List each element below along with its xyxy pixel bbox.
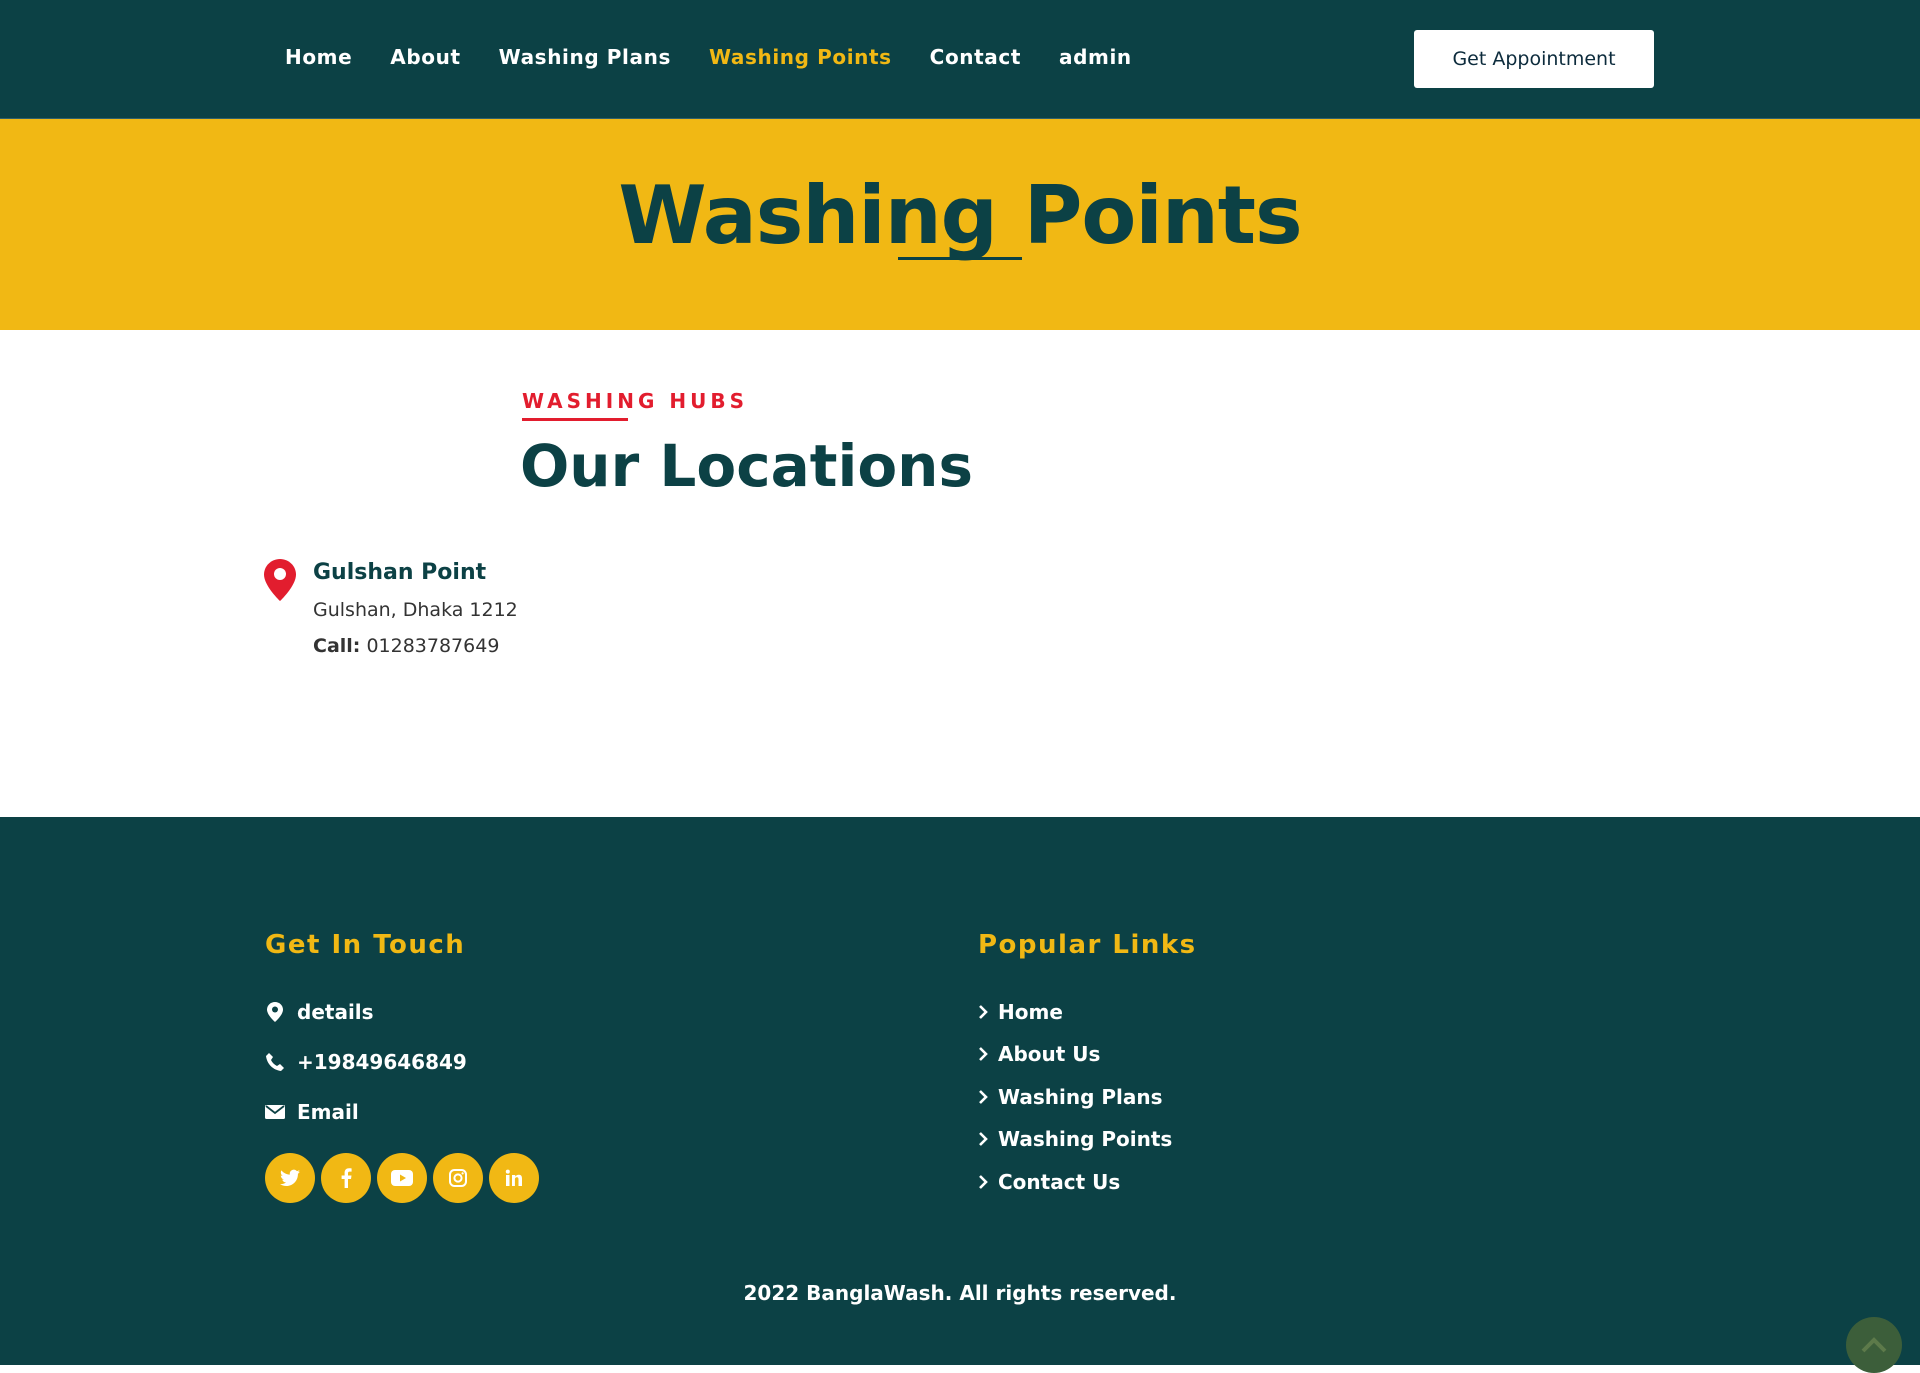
navbar: Home About Washing Plans Washing Points … — [0, 0, 1920, 118]
contact-email: Email — [265, 1100, 359, 1124]
instagram-icon — [449, 1169, 467, 1187]
footer-link-label: About Us — [998, 1042, 1101, 1066]
contact-phone-text: +19849646849 — [297, 1050, 467, 1074]
youtube-button[interactable] — [377, 1153, 427, 1203]
chevron-right-icon — [979, 1132, 988, 1146]
footer-link-about-us[interactable]: About Us — [978, 1042, 1100, 1066]
nav-link-washing-points[interactable]: Washing Points — [709, 45, 892, 69]
footer-link-label: Washing Plans — [998, 1085, 1163, 1109]
footer-link-washing-plans[interactable]: Washing Plans — [978, 1085, 1163, 1109]
copyright-text: 2022 BanglaWash. All rights reserved. — [743, 1281, 1177, 1305]
linkedin-icon — [505, 1169, 522, 1186]
subtitle-underline — [522, 418, 628, 421]
twitter-icon — [280, 1169, 300, 1186]
chevron-right-icon — [979, 1090, 988, 1104]
phone-icon — [265, 1052, 285, 1072]
nav-link-home[interactable]: Home — [285, 45, 352, 69]
get-appointment-button[interactable]: Get Appointment — [1414, 30, 1654, 88]
chevron-right-icon — [979, 1047, 988, 1061]
chevron-right-icon — [979, 1175, 988, 1189]
footer-link-label: Contact Us — [998, 1170, 1121, 1194]
instagram-button[interactable] — [433, 1153, 483, 1203]
nav-link-about[interactable]: About — [390, 45, 460, 69]
popular-links-heading: Popular Links — [978, 930, 1197, 960]
get-in-touch-heading: Get In Touch — [265, 930, 466, 960]
facebook-button[interactable] — [321, 1153, 371, 1203]
contact-address: details — [265, 1000, 374, 1024]
contact-phone: +19849646849 — [265, 1050, 467, 1074]
main-nav: Home About Washing Plans Washing Points … — [285, 45, 1132, 69]
location-icon — [265, 1002, 285, 1022]
call-label: Call: — [313, 635, 361, 657]
location-address: Gulshan, Dhaka 1212 — [313, 599, 518, 621]
page-hero: Washing Points — [0, 118, 1920, 330]
section-subtitle: WASHING HUBS — [522, 389, 748, 413]
section-title: Our Locations — [520, 432, 973, 500]
title-underline — [898, 257, 1022, 260]
map-pin-icon — [264, 559, 296, 601]
facebook-icon — [341, 1168, 352, 1188]
chevron-up-icon — [1861, 1337, 1887, 1353]
location-name: Gulshan Point — [313, 560, 487, 585]
nav-link-contact[interactable]: Contact — [930, 45, 1021, 69]
twitter-button[interactable] — [265, 1153, 315, 1203]
location-phone: Call: 01283787649 — [313, 635, 499, 657]
linkedin-button[interactable] — [489, 1153, 539, 1203]
phone-number: 01283787649 — [366, 635, 500, 657]
footer-link-home[interactable]: Home — [978, 1000, 1063, 1024]
page-title: Washing Points — [618, 169, 1302, 262]
nav-link-admin[interactable]: admin — [1059, 45, 1132, 69]
footer-link-washing-points[interactable]: Washing Points — [978, 1127, 1172, 1151]
chevron-right-icon — [979, 1005, 988, 1019]
youtube-icon — [391, 1170, 413, 1186]
contact-email-text: Email — [297, 1100, 359, 1124]
nav-link-washing-plans[interactable]: Washing Plans — [499, 45, 671, 69]
contact-address-text: details — [297, 1000, 374, 1024]
footer-link-label: Home — [998, 1000, 1063, 1024]
envelope-icon — [265, 1102, 285, 1122]
footer-link-contact-us[interactable]: Contact Us — [978, 1170, 1120, 1194]
footer-link-label: Washing Points — [998, 1127, 1173, 1151]
social-links — [265, 1153, 539, 1203]
